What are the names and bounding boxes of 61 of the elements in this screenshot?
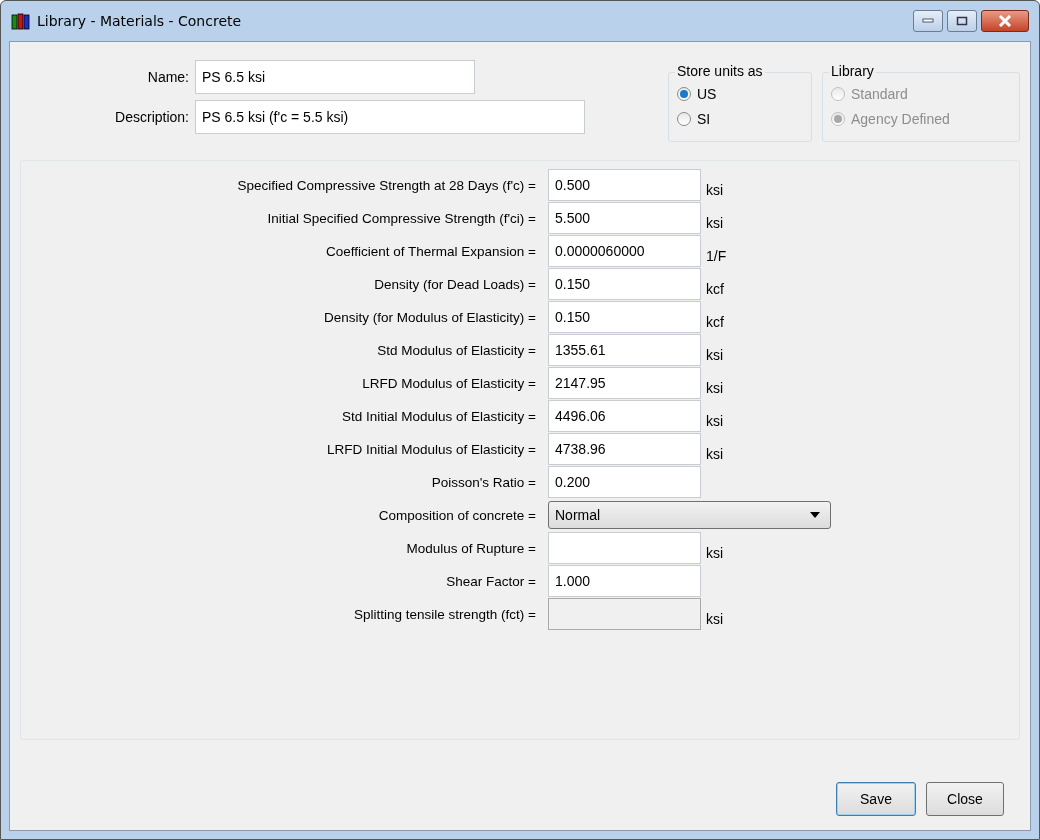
unit-label: ksi [706, 545, 724, 561]
caret-icon [810, 512, 820, 518]
save-button[interactable]: Save [836, 782, 916, 816]
field-label: Density (for Dead Loads) = [373, 276, 537, 292]
unit-label: ksi [706, 215, 724, 231]
field-label: Density (for Modulus of Elasticity) = [323, 309, 537, 325]
close-button[interactable]: Close [926, 782, 1004, 816]
maximize-button[interactable] [947, 10, 977, 32]
input-field[interactable]: 4738.96 [548, 433, 701, 465]
field-label: Poisson's Ratio = [430, 474, 537, 490]
unit-label: ksi [706, 380, 724, 396]
unit-label: ksi [706, 611, 724, 627]
close-icon [997, 15, 1013, 27]
field-label: Modulus of Rupture = [405, 540, 537, 556]
radio-button[interactable] [677, 87, 691, 101]
field-label: Std Modulus of Elasticity = [376, 342, 537, 358]
unit-label: kcf [706, 281, 724, 297]
input-field[interactable]: 0.0000060000 [548, 235, 701, 267]
unit-label: ksi [706, 446, 724, 462]
field-label: Std Initial Modulus of Elasticity = [341, 408, 537, 424]
unit-label: ksi [706, 347, 724, 363]
radio-label: Standard [851, 86, 908, 102]
field-label: Shear Factor = [445, 573, 537, 589]
field-label: Specified Compressive Strength at 28 Days (f'c) = [236, 177, 537, 193]
radio-label: US [697, 86, 717, 102]
unit-label: kcf [706, 314, 724, 330]
input-field[interactable]: 0.500 [548, 169, 701, 201]
input-field[interactable]: 0.150 [548, 301, 701, 333]
field-label: Coefficient of Thermal Expansion = [325, 243, 537, 259]
minimize-button[interactable] [913, 10, 943, 32]
radio-label: SI [697, 111, 711, 127]
input-field[interactable] [548, 532, 701, 564]
input-field[interactable]: 0.150 [548, 268, 701, 300]
description-label: Description: [114, 109, 190, 125]
radio-label: Agency Defined [851, 111, 950, 127]
input-field[interactable]: 2147.95 [548, 367, 701, 399]
close-button[interactable] [981, 10, 1029, 32]
description-field[interactable]: PS 6.5 ksi (f'c = 5.5 ksi) [195, 100, 585, 134]
group-title: Store units as [675, 63, 765, 79]
books-icon [11, 12, 31, 30]
field-label: Composition of concrete = [377, 507, 537, 523]
input-field[interactable]: 1355.61 [548, 334, 701, 366]
field-label: LRFD Modulus of Elasticity = [361, 375, 537, 391]
unit-label: ksi [706, 413, 724, 429]
field-label: Splitting tensile strength (fct) = [353, 606, 537, 622]
input-field[interactable]: 5.500 [548, 202, 701, 234]
name-field[interactable]: PS 6.5 ksi [195, 60, 475, 94]
maximize-icon [956, 16, 968, 26]
group-title: Library [829, 63, 876, 79]
minimize-icon [922, 18, 934, 24]
input-field[interactable]: 1.000 [548, 565, 701, 597]
name-label: Name: [146, 69, 190, 85]
unit-label: ksi [706, 182, 724, 198]
radio-button[interactable] [677, 112, 691, 126]
field-label: LRFD Initial Modulus of Elasticity = [326, 441, 537, 457]
unit-label: 1/F [706, 248, 727, 264]
window-title: Library - Materials - Concrete [37, 13, 242, 29]
dropdown[interactable]: Normal [548, 501, 831, 529]
input-field[interactable]: 0.200 [548, 466, 701, 498]
input-field[interactable]: 4496.06 [548, 400, 701, 432]
field-label: Initial Specified Compressive Strength (f'ci) = [266, 210, 537, 226]
